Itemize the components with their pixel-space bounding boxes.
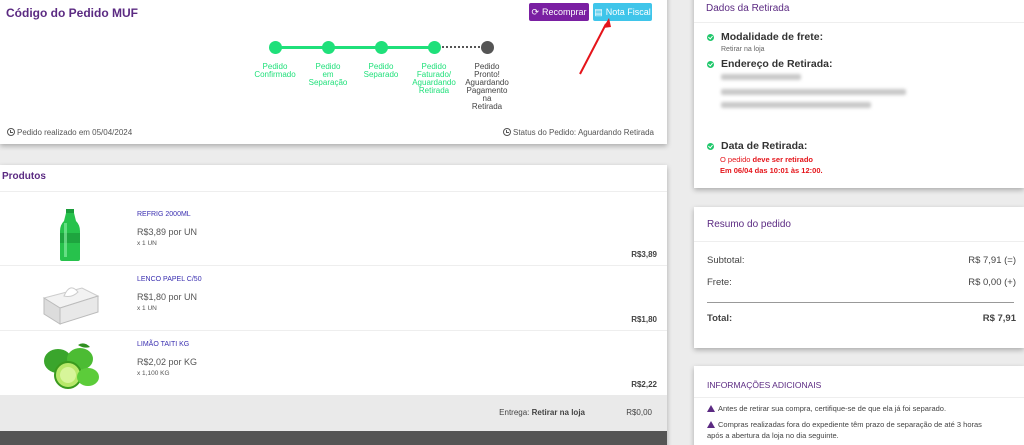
product-row: REFRIG 2000ML R$3,89 por UN x 1 UN R$3,8… (0, 201, 667, 266)
pickup-card: Dados da Retirada Modalidade de frete: R… (694, 0, 1024, 188)
tissue-box-image (42, 287, 100, 325)
additional-info-card: INFORMAÇÕES ADICIONAIS Antes de retirar … (694, 366, 1024, 445)
product-total: R$2,22 (631, 380, 657, 389)
products-footer-bar (0, 431, 667, 445)
shipping-mode-label: Modalidade de frete: (721, 31, 824, 43)
step-dot-1 (269, 41, 282, 54)
soda-bottle-image (60, 209, 80, 261)
warning-icon (707, 421, 715, 428)
redacted-address (721, 74, 801, 80)
shipping-value: R$ 0,00 (+) (968, 277, 1016, 288)
delivery-row: Entrega: Retirar na loja R$0,00 (0, 395, 667, 431)
total-label: Total: (707, 313, 733, 324)
total-value: R$ 7,91 (982, 313, 1016, 324)
divider (0, 191, 667, 192)
product-name[interactable]: REFRIG 2000ML (137, 211, 191, 218)
pickup-notice-line2: Em 06/04 das 10:01 às 12:00. (720, 166, 823, 175)
info-item-text: Compras realizadas fora do expediente tê… (707, 420, 982, 440)
delivery-label: Entrega: (499, 408, 530, 417)
product-total: R$1,80 (631, 315, 657, 324)
pickup-notice-bold: deve ser retirado (752, 155, 813, 164)
info-title: INFORMAÇÕES ADICIONAIS (707, 380, 822, 390)
check-icon (707, 34, 714, 41)
product-name[interactable]: LENCO PAPEL C/50 (137, 276, 202, 283)
subtotal-label: Subtotal: (707, 255, 745, 266)
delivery-method: Entrega: Retirar na loja (499, 408, 585, 417)
shipping-label: Frete: (707, 277, 732, 288)
step-dot-2 (322, 41, 335, 54)
clock-icon (7, 128, 15, 136)
product-row: LIMÃO TAITI KG R$2,02 por KG x 1,100 KG … (0, 331, 667, 396)
refresh-icon: ⟳ (531, 6, 540, 17)
redacted-address (721, 89, 906, 95)
annotation-arrow-icon (579, 18, 611, 75)
product-name[interactable]: LIMÃO TAITI KG (137, 341, 189, 348)
pickup-address-label: Endereço de Retirada: (721, 58, 833, 70)
info-item-text: Antes de retirar sua compra, certifique-… (718, 404, 947, 413)
total-divider (707, 302, 1014, 303)
summary-title: Resumo do pedido (707, 219, 791, 230)
pickup-title: Dados da Retirada (706, 3, 790, 14)
redacted-address (721, 102, 871, 108)
delivery-value: Retirar na loja (531, 408, 585, 417)
product-quantity: x 1,100 KG (137, 370, 170, 377)
subtotal-value: R$ 7,91 (=) (968, 255, 1016, 266)
info-item: Antes de retirar sua compra, certifique-… (707, 403, 987, 414)
step-dot-3 (375, 41, 388, 54)
products-title: Produtos (2, 171, 46, 182)
clock-icon (503, 128, 511, 136)
product-quantity: x 1 UN (137, 305, 157, 312)
delivery-price: R$0,00 (626, 408, 652, 417)
warning-icon (707, 405, 715, 412)
pickup-date-label: Data de Retirada: (721, 140, 808, 152)
product-row: LENCO PAPEL C/50 R$1,80 por UN x 1 UN R$… (0, 266, 667, 331)
order-status: Status do Pedido: Aguardando Retirada (503, 128, 654, 137)
divider (694, 397, 1024, 398)
order-code-title: Código do Pedido MUF (6, 6, 138, 20)
check-icon (707, 143, 714, 150)
info-item: Compras realizadas fora do expediente tê… (707, 419, 987, 441)
order-status-text: Status do Pedido: Aguardando Retirada (513, 128, 654, 137)
product-total: R$3,89 (631, 250, 657, 259)
shipping-mode-value: Retirar na loja (721, 46, 765, 53)
order-card: Código do Pedido MUF ⟳ Recomprar ▤ Nota … (0, 0, 667, 144)
check-icon (707, 61, 714, 68)
step-label-5: Pedido Pronto! Aguardando Pagamento na Retira… (465, 62, 509, 111)
product-unit-price: R$3,89 por UN (137, 227, 198, 237)
pickup-notice-prefix: O pedido (720, 155, 751, 164)
limes-image (44, 343, 99, 389)
step-dot-5 (481, 41, 494, 54)
product-unit-price: R$2,02 por KG (137, 357, 198, 367)
order-date-text: Pedido realizado em 05/04/2024 (17, 128, 133, 137)
order-summary-card: Resumo do pedido Subtotal: R$ 7,91 (=) F… (694, 207, 1024, 348)
order-date: Pedido realizado em 05/04/2024 (7, 128, 132, 137)
product-unit-price: R$1,80 por UN (137, 292, 198, 302)
step-dot-4 (428, 41, 441, 54)
divider (694, 241, 1024, 242)
products-card: Produtos REFRIG 2000ML R$3,89 por UN x 1… (0, 165, 667, 445)
pickup-notice-line1: O pedido deve ser retirado (720, 154, 813, 165)
divider (694, 22, 1024, 23)
product-quantity: x 1 UN (137, 240, 157, 247)
